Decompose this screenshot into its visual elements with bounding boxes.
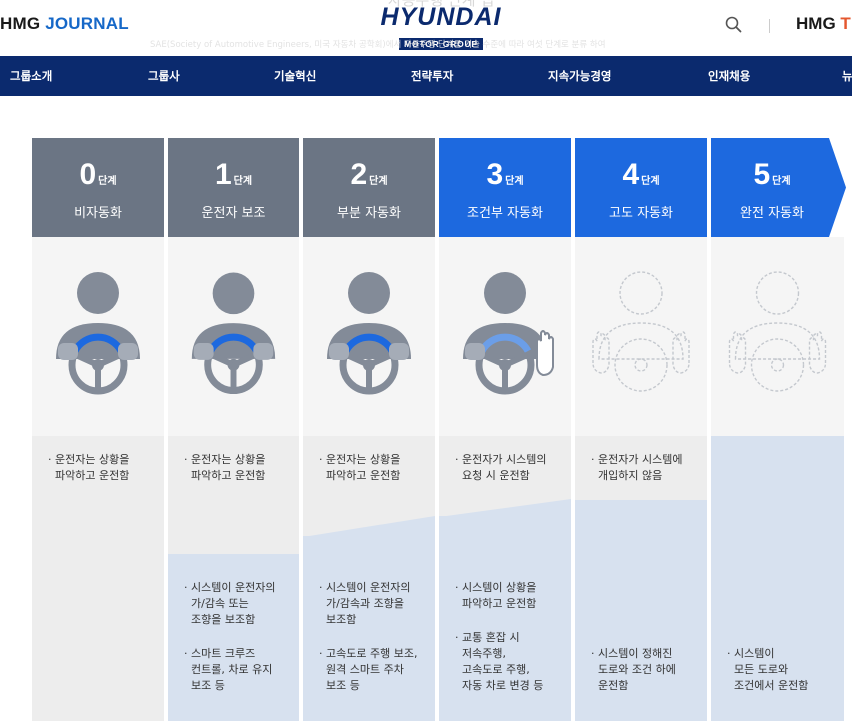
system-role-text-3b: · 교통 혼잡 시 저속주행, 고속도로 주행, 자동 차로 변경 등 (455, 631, 544, 692)
stage-header-0: 0 단계 비자동화 (32, 138, 164, 237)
stage-name: 고도 자동화 (609, 206, 673, 221)
stage-number: 5 (753, 158, 771, 191)
subtitle-ghost: SAE(Society of Automotive Engineers, 미국 … (150, 40, 606, 50)
driver-role-text-4: · 운전자가 시스템에 개입하지 않음 (591, 453, 683, 482)
driver-steering-icon (191, 272, 276, 395)
logo-wordmark: HYUNDAI (380, 3, 502, 31)
search-icon[interactable] (723, 14, 745, 36)
brand-left-suffix: JOURNAL (45, 14, 129, 33)
nav-item-tech[interactable]: 기술혁신 (274, 68, 316, 84)
stage-header-5: 5 단계 완전 자동화 (711, 138, 852, 237)
stage-unit: 단계 (233, 176, 253, 187)
system-role-text-1a: · 시스템이 운전자의 가/감속 또는 조향을 보조함 (184, 581, 276, 626)
top-header: HMG JOURNAL 자동주행 단계 맵 HYUNDAI MOTOR GROU… (0, 0, 852, 56)
system-role-text-3a: · 시스템이 상황을 파악하고 운전함 (455, 581, 537, 610)
stage-number: 3 (486, 158, 504, 191)
brand-left-prefix: HMG (0, 14, 41, 33)
stage-number: 2 (350, 158, 368, 191)
stage-unit: 단계 (98, 176, 117, 187)
system-share-slope (439, 499, 571, 517)
main-nav: 그룹소개 그룹사 기술혁신 전략투자 지속가능경영 인재채용 뉴 (0, 56, 852, 96)
stage-number: 4 (622, 158, 640, 191)
driver-hand-raised-icon (463, 272, 554, 395)
stage-unit: 단계 (772, 176, 791, 187)
stage-name: 완전 자동화 (740, 206, 804, 221)
system-role-text-5: · 시스템이 모든 도로와 조건에서 운전함 (727, 647, 809, 692)
stage-header-1: 1 단계 운전자 보조 (168, 138, 299, 237)
nav-item-affiliates[interactable]: 그룹사 (148, 68, 180, 84)
brand-right-prefix: HMG (796, 14, 836, 33)
stage-header-2: 2 단계 부분 자동화 (303, 138, 435, 237)
stage-name: 비자동화 (74, 206, 122, 221)
stage-unit: 단계 (641, 176, 660, 187)
stage-unit: 단계 (505, 176, 524, 187)
system-role-text-2a: · 시스템이 운전자의 가/감속과 조향을 보조함 (319, 581, 411, 626)
stage-name: 운전자 보조 (201, 206, 266, 221)
system-role-text-1b: · 스마트 크루즈 컨트롤, 차로 유지 보조 등 (184, 647, 273, 692)
driver-steering-icon (327, 272, 411, 395)
hmg-tv-logo[interactable]: HMG T (796, 14, 851, 34)
driver-role-text-1: · 운전자는 상황을 파악하고 운전함 (184, 453, 266, 482)
nav-item-group-intro[interactable]: 그룹소개 (10, 68, 52, 84)
stage-header-3: 3 단계 조건부 자동화 (439, 138, 571, 237)
driver-role-text-2: · 운전자는 상황을 파악하고 운전함 (319, 453, 401, 482)
stage-name: 조건부 자동화 (467, 206, 543, 221)
nav-item-sustainability[interactable]: 지속가능경영 (548, 68, 611, 84)
stage-number: 1 (214, 158, 232, 191)
driver-hands-off-icon (592, 271, 690, 392)
driver-hands-off-icon (728, 271, 827, 392)
system-role-text-4: · 시스템이 정해진 도로와 조건 하에 운전함 (591, 647, 676, 692)
driver-steering-icon (56, 272, 140, 395)
stage-name: 부분 자동화 (337, 206, 401, 221)
hmg-journal-logo[interactable]: HMG JOURNAL (0, 14, 129, 34)
driver-role-text-0: · 운전자는 상황을 파악하고 운전함 (48, 453, 130, 482)
nav-item-investment[interactable]: 전략투자 (411, 68, 453, 84)
system-share-slope (303, 516, 435, 537)
header-divider (769, 19, 770, 33)
nav-item-careers[interactable]: 인재채용 (708, 68, 750, 84)
nav-item-news[interactable]: 뉴 (842, 68, 852, 84)
brand-right-suffix: T (840, 14, 851, 33)
stage-unit: 단계 (369, 176, 388, 187)
stage-number: 0 (79, 158, 97, 191)
system-role-text-2b: · 고속도로 주행 보조, 원격 스마트 주차 보조 등 (319, 647, 418, 692)
driver-role-text-3: · 운전자가 시스템의 요청 시 운전함 (455, 453, 547, 482)
stage-header-4: 4 단계 고도 자동화 (575, 138, 707, 237)
